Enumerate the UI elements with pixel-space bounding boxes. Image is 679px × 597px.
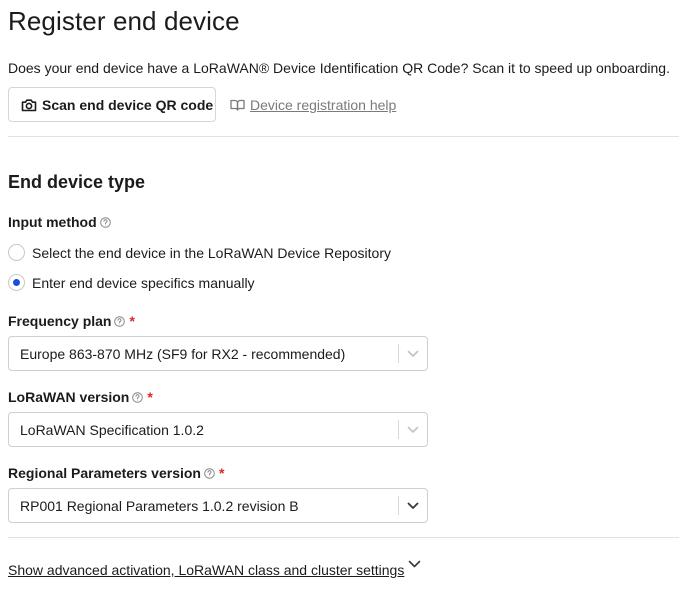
chevron-down-icon[interactable] xyxy=(399,350,427,358)
input-method-label: Input method xyxy=(8,214,111,230)
regional-parameters-label: Regional Parameters version * xyxy=(8,465,224,481)
page-title: Register end device xyxy=(8,6,240,36)
lorawan-version-value: LoRaWAN Specification 1.0.2 xyxy=(20,421,204,438)
qr-intro-text: Does your end device have a LoRaWAN® Dev… xyxy=(8,60,670,76)
help-icon[interactable] xyxy=(204,467,215,479)
show-advanced-settings-label: Show advanced activation, LoRaWAN class … xyxy=(8,562,405,578)
frequency-plan-label: Frequency plan * xyxy=(8,313,135,329)
regional-parameters-value: RP001 Regional Parameters 1.0.2 revision… xyxy=(20,497,299,514)
help-icon[interactable] xyxy=(132,391,144,403)
camera-icon xyxy=(21,98,42,112)
regional-parameters-label-text: Regional Parameters version xyxy=(8,465,201,481)
radio-device-repository-label: Select the end device in the LoRaWAN Dev… xyxy=(32,244,391,261)
device-registration-help-link[interactable]: Device registration help xyxy=(230,97,396,113)
radio-button-checked[interactable] xyxy=(8,274,25,291)
radio-enter-manually-label: Enter end device specifics manually xyxy=(32,274,255,291)
scan-qr-button[interactable]: Scan end device QR code xyxy=(8,87,216,122)
lorawan-version-label-text: LoRaWAN version xyxy=(8,389,130,405)
required-marker: * xyxy=(129,313,135,329)
radio-enter-manually[interactable]: Enter end device specifics manually xyxy=(8,274,255,291)
input-method-label-text: Input method xyxy=(8,214,97,230)
chevron-down-icon[interactable] xyxy=(399,502,427,510)
help-icon[interactable] xyxy=(114,315,126,327)
required-marker: * xyxy=(147,389,153,405)
radio-button[interactable] xyxy=(8,244,25,261)
book-icon xyxy=(230,99,250,111)
radio-device-repository[interactable]: Select the end device in the LoRaWAN Dev… xyxy=(8,244,391,261)
frequency-plan-label-text: Frequency plan xyxy=(8,313,112,329)
chevron-down-icon xyxy=(404,560,421,569)
chevron-down-icon[interactable] xyxy=(399,426,427,434)
scan-qr-button-label: Scan end device QR code xyxy=(42,96,214,113)
divider xyxy=(8,537,679,538)
lorawan-version-label: LoRaWAN version * xyxy=(8,389,153,405)
help-icon[interactable] xyxy=(99,216,111,228)
show-advanced-settings-toggle[interactable]: Show advanced activation, LoRaWAN class … xyxy=(8,560,421,578)
section-title-end-device-type: End device type xyxy=(8,172,146,192)
divider xyxy=(8,136,679,137)
lorawan-version-select[interactable]: LoRaWAN Specification 1.0.2 xyxy=(8,412,428,447)
device-registration-help-label: Device registration help xyxy=(250,97,397,113)
required-marker: * xyxy=(218,465,225,481)
frequency-plan-select[interactable]: Europe 863-870 MHz (SF9 for RX2 - recomm… xyxy=(8,336,428,371)
frequency-plan-value: Europe 863-870 MHz (SF9 for RX2 - recomm… xyxy=(20,345,346,362)
regional-parameters-select[interactable]: RP001 Regional Parameters 1.0.2 revision… xyxy=(8,488,428,523)
